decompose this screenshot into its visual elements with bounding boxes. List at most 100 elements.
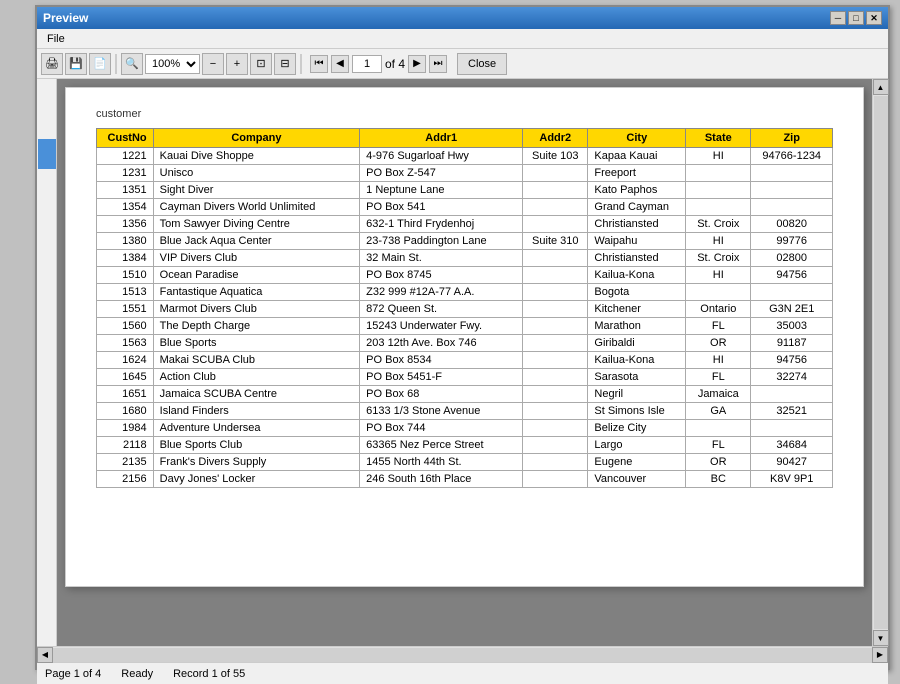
table-cell: HI	[686, 233, 751, 250]
table-cell: PO Box 8745	[360, 267, 523, 284]
table-cell: Ocean Paradise	[153, 267, 360, 284]
fit-page-button[interactable]: ⊟	[274, 53, 296, 75]
table-cell: Largo	[588, 437, 686, 454]
table-cell: 2156	[97, 471, 154, 488]
table-cell: Christiansted	[588, 216, 686, 233]
zoom-in-button[interactable]: +	[226, 53, 248, 75]
table-cell: Grand Cayman	[588, 199, 686, 216]
table-cell: Frank's Divers Supply	[153, 454, 360, 471]
table-cell: Suite 310	[523, 233, 588, 250]
prev-page-button[interactable]: ◀	[331, 55, 349, 73]
separator-1	[115, 54, 117, 74]
table-cell: Sarasota	[588, 369, 686, 386]
print-button[interactable]: 🖨	[41, 53, 63, 75]
table-cell: OR	[686, 335, 751, 352]
table-row: 1680Island Finders6133 1/3 Stone AvenueS…	[97, 403, 833, 420]
scroll-up-button[interactable]: ▲	[873, 79, 889, 95]
table-cell: Blue Sports	[153, 335, 360, 352]
table-cell: 32 Main St.	[360, 250, 523, 267]
table-cell: St. Croix	[686, 250, 751, 267]
scroll-down-button[interactable]: ▼	[873, 630, 889, 646]
table-cell: 4-976 Sugarloaf Hwy	[360, 148, 523, 165]
table-cell	[751, 182, 833, 199]
table-cell	[751, 165, 833, 182]
table-cell	[523, 369, 588, 386]
table-cell: 1384	[97, 250, 154, 267]
table-cell: 1645	[97, 369, 154, 386]
minimize-button[interactable]: ─	[830, 11, 846, 25]
table-cell: Kapaa Kauai	[588, 148, 686, 165]
copy-button[interactable]: 📄	[89, 53, 111, 75]
window-controls: ─ □ ✕	[830, 11, 882, 25]
table-cell: Unisco	[153, 165, 360, 182]
table-cell: 1510	[97, 267, 154, 284]
table-cell: Suite 103	[523, 148, 588, 165]
customer-table: CustNo Company Addr1 Addr2 City State Zi…	[96, 128, 833, 488]
fit-width-button[interactable]: ⊡	[250, 53, 272, 75]
record-label: Record 1 of 55	[173, 668, 245, 680]
table-cell: Adventure Undersea	[153, 420, 360, 437]
toolbar: 🖨 💾 📄 🔍 50% 75% 100% 125% 150% 200% − + …	[37, 49, 888, 79]
scroll-left-button[interactable]: ◀	[37, 647, 53, 663]
table-row: 1560The Depth Charge15243 Underwater Fwy…	[97, 318, 833, 335]
next-page-button[interactable]: ▶	[408, 55, 426, 73]
table-cell: 1551	[97, 301, 154, 318]
zoom-out-button[interactable]: −	[202, 53, 224, 75]
hscroll-track[interactable]	[53, 648, 872, 662]
table-cell: VIP Divers Club	[153, 250, 360, 267]
table-cell	[523, 454, 588, 471]
separator-2	[300, 54, 302, 74]
zoom-in-glass-button[interactable]: 🔍	[121, 53, 143, 75]
table-cell	[751, 420, 833, 437]
table-cell: St. Croix	[686, 216, 751, 233]
window-title: Preview	[43, 11, 88, 25]
last-page-button[interactable]: ⏭	[429, 55, 447, 73]
table-cell: 32521	[751, 403, 833, 420]
table-cell: 1354	[97, 199, 154, 216]
maximize-button[interactable]: □	[848, 11, 864, 25]
table-cell: 63365 Nez Perce Street	[360, 437, 523, 454]
vertical-scrollbar[interactable]: ▲ ▼	[872, 79, 888, 646]
table-cell: 94766-1234	[751, 148, 833, 165]
horizontal-scrollbar[interactable]: ◀ ▶	[37, 646, 888, 662]
table-cell: 1356	[97, 216, 154, 233]
close-window-button[interactable]: ✕	[866, 11, 882, 25]
table-cell: 23-738 Paddington Lane	[360, 233, 523, 250]
report-title: customer	[96, 108, 833, 120]
table-cell: 99776	[751, 233, 833, 250]
menu-file[interactable]: File	[41, 31, 71, 47]
header-addr1: Addr1	[360, 129, 523, 148]
table-cell: Waipahu	[588, 233, 686, 250]
header-city: City	[588, 129, 686, 148]
scroll-right-button[interactable]: ▶	[872, 647, 888, 663]
table-cell: FL	[686, 318, 751, 335]
table-cell: 1380	[97, 233, 154, 250]
page-number-input[interactable]	[352, 55, 382, 73]
table-cell: Jamaica	[686, 386, 751, 403]
header-state: State	[686, 129, 751, 148]
table-cell	[686, 420, 751, 437]
close-preview-button[interactable]: Close	[457, 53, 507, 75]
save-button[interactable]: 💾	[65, 53, 87, 75]
table-cell: 2118	[97, 437, 154, 454]
table-cell: St Simons Isle	[588, 403, 686, 420]
menubar: File	[37, 29, 888, 49]
table-cell: Cayman Divers World Unlimited	[153, 199, 360, 216]
table-cell: PO Box 68	[360, 386, 523, 403]
header-company: Company	[153, 129, 360, 148]
table-row: 1221Kauai Dive Shoppe4-976 Sugarloaf Hwy…	[97, 148, 833, 165]
page-scroll-area[interactable]: customer CustNo Company Addr1 Addr2 City…	[57, 79, 872, 646]
table-cell: Marmot Divers Club	[153, 301, 360, 318]
ready-label: Ready	[121, 668, 153, 680]
table-cell	[523, 386, 588, 403]
first-page-button[interactable]: ⏮	[310, 55, 328, 73]
scroll-track[interactable]	[874, 96, 888, 629]
page-document: customer CustNo Company Addr1 Addr2 City…	[65, 87, 864, 587]
table-cell: 1984	[97, 420, 154, 437]
table-cell: 1513	[97, 284, 154, 301]
zoom-select[interactable]: 50% 75% 100% 125% 150% 200%	[145, 54, 200, 74]
table-cell	[523, 199, 588, 216]
table-cell: Bogota	[588, 284, 686, 301]
table-cell: 203 12th Ave. Box 746	[360, 335, 523, 352]
table-cell: 2135	[97, 454, 154, 471]
